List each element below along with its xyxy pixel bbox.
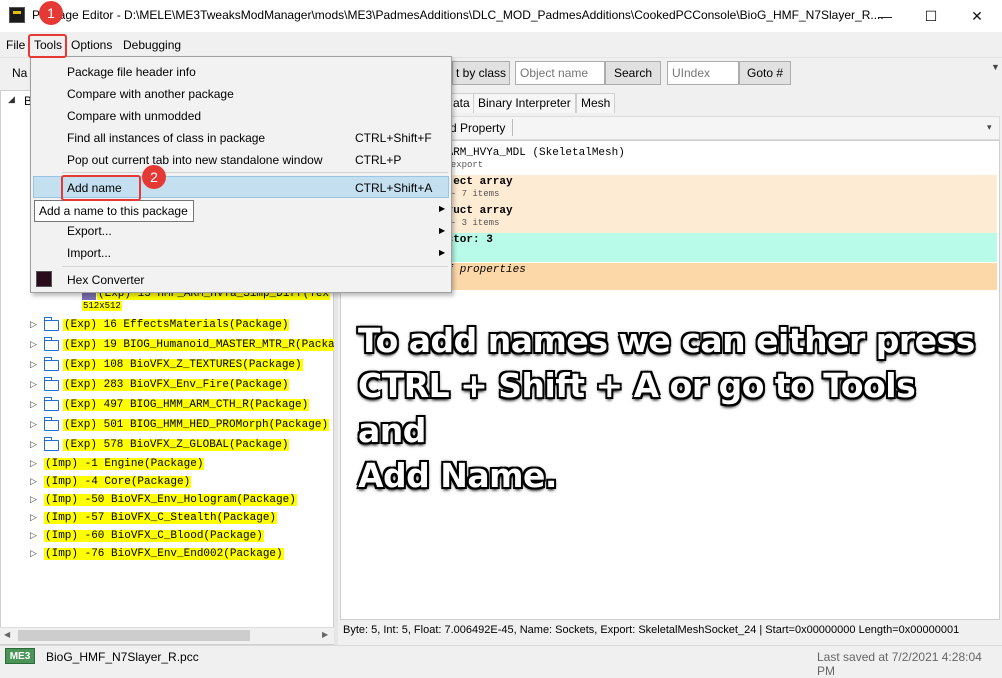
tab-binary-interpreter[interactable]: Binary Interpreter — [473, 93, 576, 113]
game-badge: ME3 — [5, 648, 35, 664]
property-overflow-icon[interactable]: ▾ — [987, 122, 992, 133]
toolbar-divider — [512, 119, 513, 136]
menu-item-compare-another[interactable]: Compare with another package — [31, 83, 451, 105]
tree-row[interactable]: (Exp) 108 BioVFX_Z_TEXTURES(Package) — [63, 357, 303, 373]
menu-debugging[interactable]: Debugging — [120, 36, 184, 54]
minimize-button[interactable]: — — [862, 0, 908, 32]
folder-icon — [44, 397, 59, 411]
tree-row[interactable]: (Imp) -76 BioVFX_Env_End002(Package) — [44, 546, 284, 562]
tree-expand-icon[interactable]: ▷ — [30, 512, 37, 523]
uindex-input[interactable] — [667, 61, 739, 85]
annotation-line-1: To add names we can either press — [358, 321, 975, 360]
tree-row[interactable]: (Exp) 501 BIOG_HMM_HED_PROMorph(Package) — [63, 417, 330, 433]
app-icon — [9, 7, 25, 23]
status-last-saved: Last saved at 7/2/2021 4:28:04 PM — [817, 650, 982, 678]
toolbar-label: Na — [12, 66, 28, 80]
tree-expand-icon[interactable]: ▷ — [30, 399, 37, 410]
scroll-left-arrow-icon[interactable]: ◀ — [4, 630, 10, 639]
tree-row[interactable]: (Exp) 497 BIOG_HMM_ARM_CTH_R(Package) — [63, 397, 310, 413]
tab-mesh[interactable]: Mesh — [576, 93, 616, 113]
toolbar-overflow-icon[interactable]: ▼ — [991, 62, 1000, 72]
menu-item-export[interactable]: Export... ▶ — [31, 220, 451, 242]
folder-icon — [44, 377, 59, 391]
folder-icon — [44, 317, 59, 331]
hex-status-text: Byte: 5, Int: 5, Float: 7.006492E-45, Na… — [343, 624, 960, 636]
tree-expand-icon[interactable]: ▷ — [30, 439, 37, 450]
callout-1: 1 — [39, 1, 63, 25]
folder-icon — [44, 437, 59, 451]
tree-expand-icon[interactable]: ▷ — [30, 319, 37, 330]
callout-box-add-name — [61, 175, 141, 201]
menu-separator — [62, 172, 448, 173]
tree-row[interactable]: (Imp) -57 BioVFX_C_Stealth(Package) — [44, 510, 278, 526]
tree-expand-icon[interactable]: ▷ — [30, 419, 37, 430]
tree-row[interactable]: (Imp) -4 Core(Package) — [44, 474, 192, 490]
tree-row[interactable]: (Imp) -1 Engine(Package) — [44, 456, 205, 472]
menu-item-hex-converter[interactable]: Hex Converter — [31, 269, 451, 291]
folder-icon — [44, 417, 59, 431]
tree-expand-icon[interactable]: ▷ — [30, 530, 37, 541]
object-name-input[interactable] — [515, 61, 605, 85]
menu-file[interactable]: File — [3, 36, 28, 54]
maximize-button[interactable]: ☐ — [908, 0, 954, 32]
folder-icon — [44, 337, 59, 351]
add-name-tooltip: Add a name to this package — [34, 200, 194, 222]
menu-item-compare-unmodded[interactable]: Compare with unmodded — [31, 105, 451, 127]
tree-expand-icon[interactable]: ▷ — [30, 458, 37, 469]
callout-box-tools — [28, 34, 67, 58]
menu-item-find-class-instances[interactable]: Find all instances of class in package C… — [31, 127, 451, 149]
window-title: Package Editor - D:\MELE\ME3TweaksModMan… — [32, 8, 884, 22]
tree-scroll-thumb[interactable] — [18, 630, 250, 641]
close-button[interactable]: ✕ — [954, 0, 1000, 32]
tree-row[interactable]: (Exp) 16 EffectsMaterials(Package) — [63, 317, 290, 333]
tree-expand-icon[interactable]: ▷ — [30, 379, 37, 390]
tree-expand-icon[interactable]: ▷ — [30, 359, 37, 370]
tree-row[interactable]: (Exp) 19 BIOG_Humanoid_MASTER_MTR_R(Pack… — [63, 337, 336, 353]
tree-row[interactable]: (Exp) 283 BioVFX_Env_Fire(Package) — [63, 377, 290, 393]
add-property-button[interactable]: d Property — [450, 121, 505, 135]
menu-item-package-header-info[interactable]: Package file header info — [31, 61, 451, 83]
goto-button[interactable]: Goto # — [739, 61, 791, 85]
tree-expand-icon[interactable]: ▷ — [30, 339, 37, 350]
menu-options[interactable]: Options — [68, 36, 115, 54]
scroll-right-arrow-icon[interactable]: ▶ — [322, 630, 328, 639]
tab-metadata[interactable]: ata — [448, 93, 475, 113]
tree-expand-icon[interactable]: ▷ — [30, 548, 37, 559]
tree-row[interactable]: (Exp) 578 BioVFX_Z_GLOBAL(Package) — [63, 437, 290, 453]
find-by-class-button[interactable]: t by class — [452, 61, 510, 85]
menu-separator — [62, 266, 448, 267]
submenu-arrow-icon: ▶ — [439, 248, 446, 257]
folder-icon — [44, 357, 59, 371]
tree-row[interactable]: (Imp) -50 BioVFX_Env_Hologram(Package) — [44, 492, 297, 508]
submenu-arrow-icon: ▶ — [439, 204, 446, 213]
menu-item-pop-out-tab[interactable]: Pop out current tab into new standalone … — [31, 149, 451, 171]
status-filename: BioG_HMF_N7Slayer_R.pcc — [46, 650, 199, 664]
menu-item-import[interactable]: Import... ▶ — [31, 242, 451, 264]
tree-expand-icon[interactable]: ▷ — [30, 476, 37, 487]
tutorial-annotation: To add names we can either press CTRL + … — [358, 318, 978, 498]
annotation-line-3: Add Name. — [358, 456, 557, 495]
tree-root-expand-icon[interactable]: ◢ — [8, 94, 15, 105]
callout-2: 2 — [142, 165, 166, 189]
tree-row-partial-sub: 512x512 — [82, 301, 122, 311]
tree-expand-icon[interactable]: ▷ — [30, 494, 37, 505]
tree-row[interactable]: (Imp) -60 BioVFX_C_Blood(Package) — [44, 528, 264, 544]
submenu-arrow-icon: ▶ — [439, 226, 446, 235]
annotation-line-2: CTRL + Shift + A or go to Tools and — [358, 366, 916, 450]
search-button[interactable]: Search — [605, 61, 661, 85]
